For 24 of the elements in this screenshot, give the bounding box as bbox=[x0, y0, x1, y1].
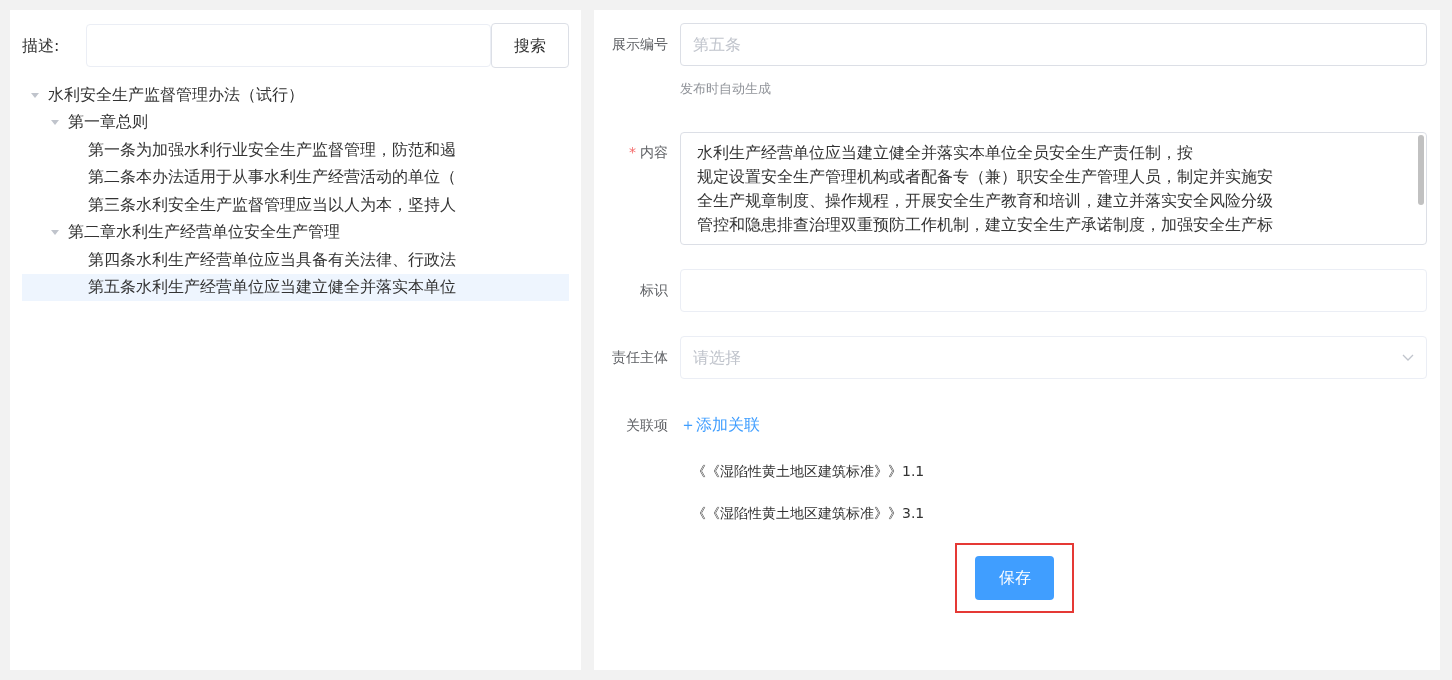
search-label: 描述: bbox=[22, 34, 61, 57]
field-label: 责任主体 bbox=[612, 348, 668, 367]
related-item: 《《湿陷性黄土地区建筑标准》》1.1 bbox=[692, 462, 926, 481]
tree-item[interactable]: 第四条水利生产经营单位应当具备有关法律、行政法 bbox=[22, 246, 569, 274]
required-mark: * bbox=[629, 143, 636, 162]
field-label: 展示编号 bbox=[612, 35, 668, 54]
tree-item[interactable]: 第二条本办法适用于从事水利生产经营活动的单位（ bbox=[22, 163, 569, 191]
tree-item[interactable]: 第二章水利生产经营单位安全生产管理 bbox=[22, 218, 569, 246]
field-label: 标识 bbox=[640, 281, 668, 300]
field-label: 关联项 bbox=[626, 415, 668, 435]
content-field[interactable]: 水利生产经营单位应当建立健全并落实本单位全员安全生产责任制，按 规定设置安全生产管理机构或者配备专（兼）职安全生产管理人员，制定并实施安 全生产规章制度、操作规程，开展安全生产教育和培训，建立并落实安全风险分级 管控和隐患排查治理双重预防工作机制，建立安全生产承诺制度，加强安全生产标 bbox=[680, 132, 1427, 245]
tree-item[interactable]: 第三条水利安全生产监督管理应当以人为本，坚持人 bbox=[22, 191, 569, 219]
display-number-field[interactable]: 第五条 bbox=[680, 23, 1427, 66]
search-button[interactable]: 搜索 bbox=[491, 23, 569, 68]
search-field[interactable] bbox=[86, 24, 491, 67]
hint-text: 发布时自动生成 bbox=[680, 81, 771, 96]
related-item: 《《湿陷性黄土地区建筑标准》》3.1 bbox=[692, 504, 926, 523]
scrollbar-thumb[interactable] bbox=[1418, 135, 1424, 205]
tree-item[interactable]: 水利安全生产监督管理办法（试行） bbox=[22, 81, 569, 109]
tree-item[interactable]: 第一条为加强水利行业安全生产监督管理，防范和遏 bbox=[22, 136, 569, 164]
chevron-down-icon bbox=[1402, 353, 1414, 362]
tree-item[interactable]: 第一章总则 bbox=[22, 108, 569, 136]
field-label: 内容 bbox=[640, 143, 668, 162]
tree-item[interactable]: 第五条水利生产经营单位应当建立健全并落实本单位 bbox=[22, 273, 569, 301]
